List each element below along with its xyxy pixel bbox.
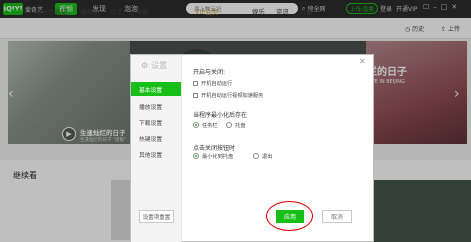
radio[interactable] [226, 122, 232, 128]
section-startup: 开启与关闭: [193, 69, 226, 76]
close-minimize-radio[interactable]: 最小化到托盘 [193, 152, 233, 160]
tray-label: 托盘 [235, 122, 246, 129]
settings-menu-hotkeys[interactable]: 热键设置 [131, 131, 181, 145]
minimize-to-tray-label: 最小化到托盘 [202, 153, 234, 160]
section-close-action: 点击关闭按钮时 [193, 145, 236, 152]
settings-menu-basic[interactable]: 基本设置 [131, 82, 181, 96]
auto-start-checkbox[interactable]: 开机自动运行 [193, 79, 232, 87]
settings-menu-download[interactable]: 下载设置 [131, 115, 181, 129]
close-icon[interactable]: ✕ [359, 57, 366, 66]
exit-label: 退出 [262, 153, 273, 160]
radio[interactable] [253, 153, 259, 159]
section-minimize: 当程序最小化后存在 [193, 112, 248, 119]
minimize-tray-radio[interactable]: 托盘 [226, 121, 245, 129]
minimize-taskbar-radio[interactable]: 任务栏 [193, 121, 218, 129]
radio-selected[interactable] [193, 153, 199, 159]
auto-start-accelerate-checkbox[interactable]: 开机自动运行视频加速服务 [193, 91, 263, 99]
gear-icon: ⚙ [141, 61, 149, 70]
restore-settings-button[interactable]: 设置项重置 [139, 210, 174, 223]
highlight-circle [266, 201, 313, 231]
taskbar-label: 任务栏 [202, 122, 218, 129]
radio-selected[interactable] [193, 122, 199, 128]
auto-start-label: 开机自动运行 [201, 80, 233, 87]
dialog-title: ⚙ 设置 [141, 60, 167, 71]
checkbox[interactable] [193, 92, 198, 98]
checkbox[interactable] [193, 80, 198, 86]
settings-menu-playback[interactable]: 播放设置 [131, 99, 181, 113]
auto-start-accelerate-label: 开机自动运行视频加速服务 [201, 92, 264, 99]
settings-menu-other[interactable]: 其他设置 [131, 147, 181, 161]
cancel-button[interactable]: 取消 [322, 210, 352, 223]
dialog-title-text: 设置 [151, 61, 168, 70]
close-exit-radio[interactable]: 退出 [253, 152, 272, 160]
